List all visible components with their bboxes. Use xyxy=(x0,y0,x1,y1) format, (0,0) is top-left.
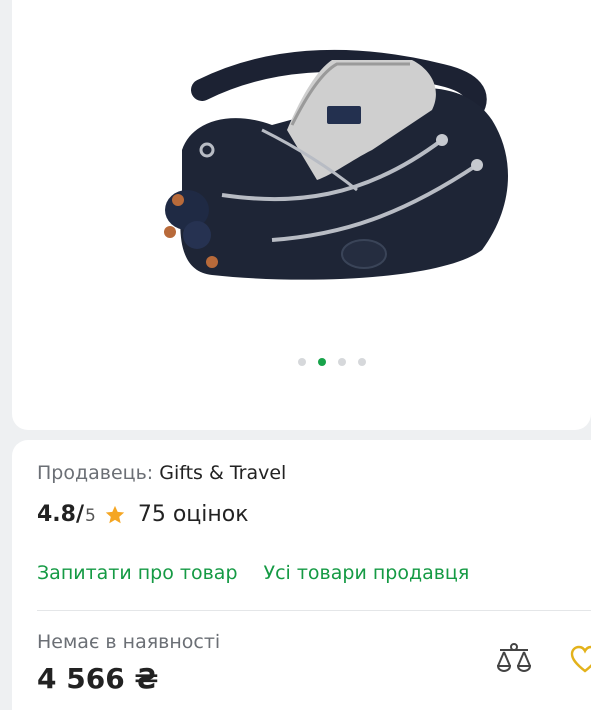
gallery-dot-active[interactable] xyxy=(318,358,326,366)
seller-prefix: Продавець: xyxy=(37,462,154,484)
star-icon xyxy=(105,505,125,523)
seller-name[interactable]: Gifts & Travel xyxy=(159,462,286,484)
gallery-dot[interactable] xyxy=(298,358,306,366)
seller-line: Продавець: Gifts & Travel xyxy=(37,462,286,484)
price: 4 566 ₴ xyxy=(37,662,159,695)
rating-value: 4.8/ xyxy=(37,502,85,527)
rating[interactable]: 4.8/ 5 75 оцінок xyxy=(37,502,249,527)
review-count[interactable]: 75 оцінок xyxy=(138,502,249,527)
product-gallery[interactable] xyxy=(12,0,591,430)
product-info-card: Продавець: Gifts & Travel 4.8/ 5 75 оцін… xyxy=(12,440,591,710)
heart-icon[interactable] xyxy=(570,645,591,675)
ask-question-link[interactable]: Запитати про товар xyxy=(37,562,238,584)
rating-max: 5 xyxy=(85,506,96,526)
gallery-dot[interactable] xyxy=(338,358,346,366)
gallery-pagination[interactable] xyxy=(298,358,366,366)
product-image[interactable] xyxy=(142,0,532,330)
gallery-dot[interactable] xyxy=(358,358,366,366)
compare-scales-icon[interactable] xyxy=(495,640,533,680)
seller-links: Запитати про товар Усі товари продавця xyxy=(37,562,469,584)
divider xyxy=(37,610,591,611)
availability-status: Немає в наявності xyxy=(37,631,221,653)
all-seller-items-link[interactable]: Усі товари продавця xyxy=(264,562,470,584)
